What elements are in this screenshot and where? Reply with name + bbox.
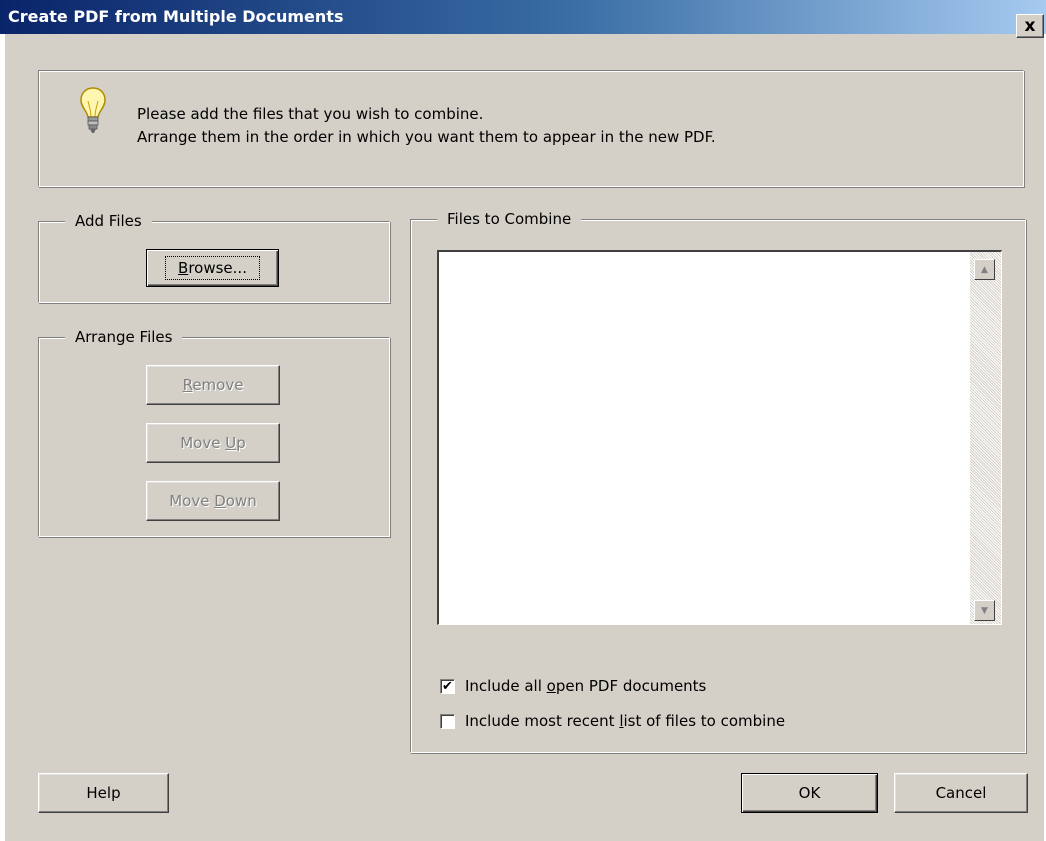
include-open-pdf-checkbox[interactable]: ✔ bbox=[440, 678, 455, 694]
cancel-button[interactable]: Cancel bbox=[894, 773, 1028, 813]
browse-button[interactable]: Browse... bbox=[146, 249, 279, 287]
arrow-down-icon: ▼ bbox=[981, 605, 988, 616]
info-panel: Please add the files that you wish to co… bbox=[38, 70, 1024, 187]
arrange-files-label: Arrange Files bbox=[65, 327, 183, 347]
files-list[interactable]: ▲ ▼ bbox=[437, 250, 1002, 625]
remove-button[interactable]: Remove bbox=[146, 365, 280, 405]
help-button[interactable]: Help bbox=[38, 773, 169, 813]
title-bar[interactable]: Create PDF from Multiple Documents bbox=[0, 0, 1046, 34]
remove-button-label: Remove bbox=[182, 376, 244, 394]
move-down-button[interactable]: Move Down bbox=[146, 481, 280, 521]
close-button[interactable]: x bbox=[1016, 14, 1044, 38]
move-up-button[interactable]: Move Up bbox=[146, 423, 280, 463]
window-frame-left bbox=[0, 34, 5, 841]
ok-button-label: OK bbox=[798, 784, 821, 802]
files-list-scrollbar[interactable]: ▲ ▼ bbox=[970, 252, 1001, 624]
lightbulb-icon bbox=[80, 87, 106, 133]
files-to-combine-label: Files to Combine bbox=[437, 209, 582, 229]
help-button-label: Help bbox=[86, 784, 121, 802]
close-icon: x bbox=[1024, 15, 1036, 36]
cancel-button-label: Cancel bbox=[935, 784, 987, 802]
include-recent-label: Include most recent list of files to com… bbox=[465, 712, 786, 730]
info-text-line1: Please add the files that you wish to co… bbox=[137, 105, 484, 123]
include-recent-option[interactable]: Include most recent list of files to com… bbox=[440, 712, 785, 730]
checkmark-icon: ✔ bbox=[442, 678, 453, 694]
add-files-label: Add Files bbox=[65, 211, 152, 231]
include-open-pdf-option[interactable]: ✔ Include all open PDF documents bbox=[440, 677, 706, 695]
include-open-pdf-label: Include all open PDF documents bbox=[465, 677, 707, 695]
browse-button-label: Browse... bbox=[165, 256, 260, 280]
ok-button[interactable]: OK bbox=[741, 773, 878, 813]
move-down-button-label: Move Down bbox=[169, 492, 257, 510]
scroll-up-button[interactable]: ▲ bbox=[974, 259, 995, 280]
arrow-up-icon: ▲ bbox=[981, 264, 988, 275]
scroll-down-button[interactable]: ▼ bbox=[974, 600, 995, 621]
move-up-button-label: Move Up bbox=[180, 434, 246, 452]
include-recent-checkbox[interactable] bbox=[440, 713, 455, 729]
info-text-line2: Arrange them in the order in which you w… bbox=[137, 128, 716, 146]
window-title: Create PDF from Multiple Documents bbox=[8, 7, 344, 26]
